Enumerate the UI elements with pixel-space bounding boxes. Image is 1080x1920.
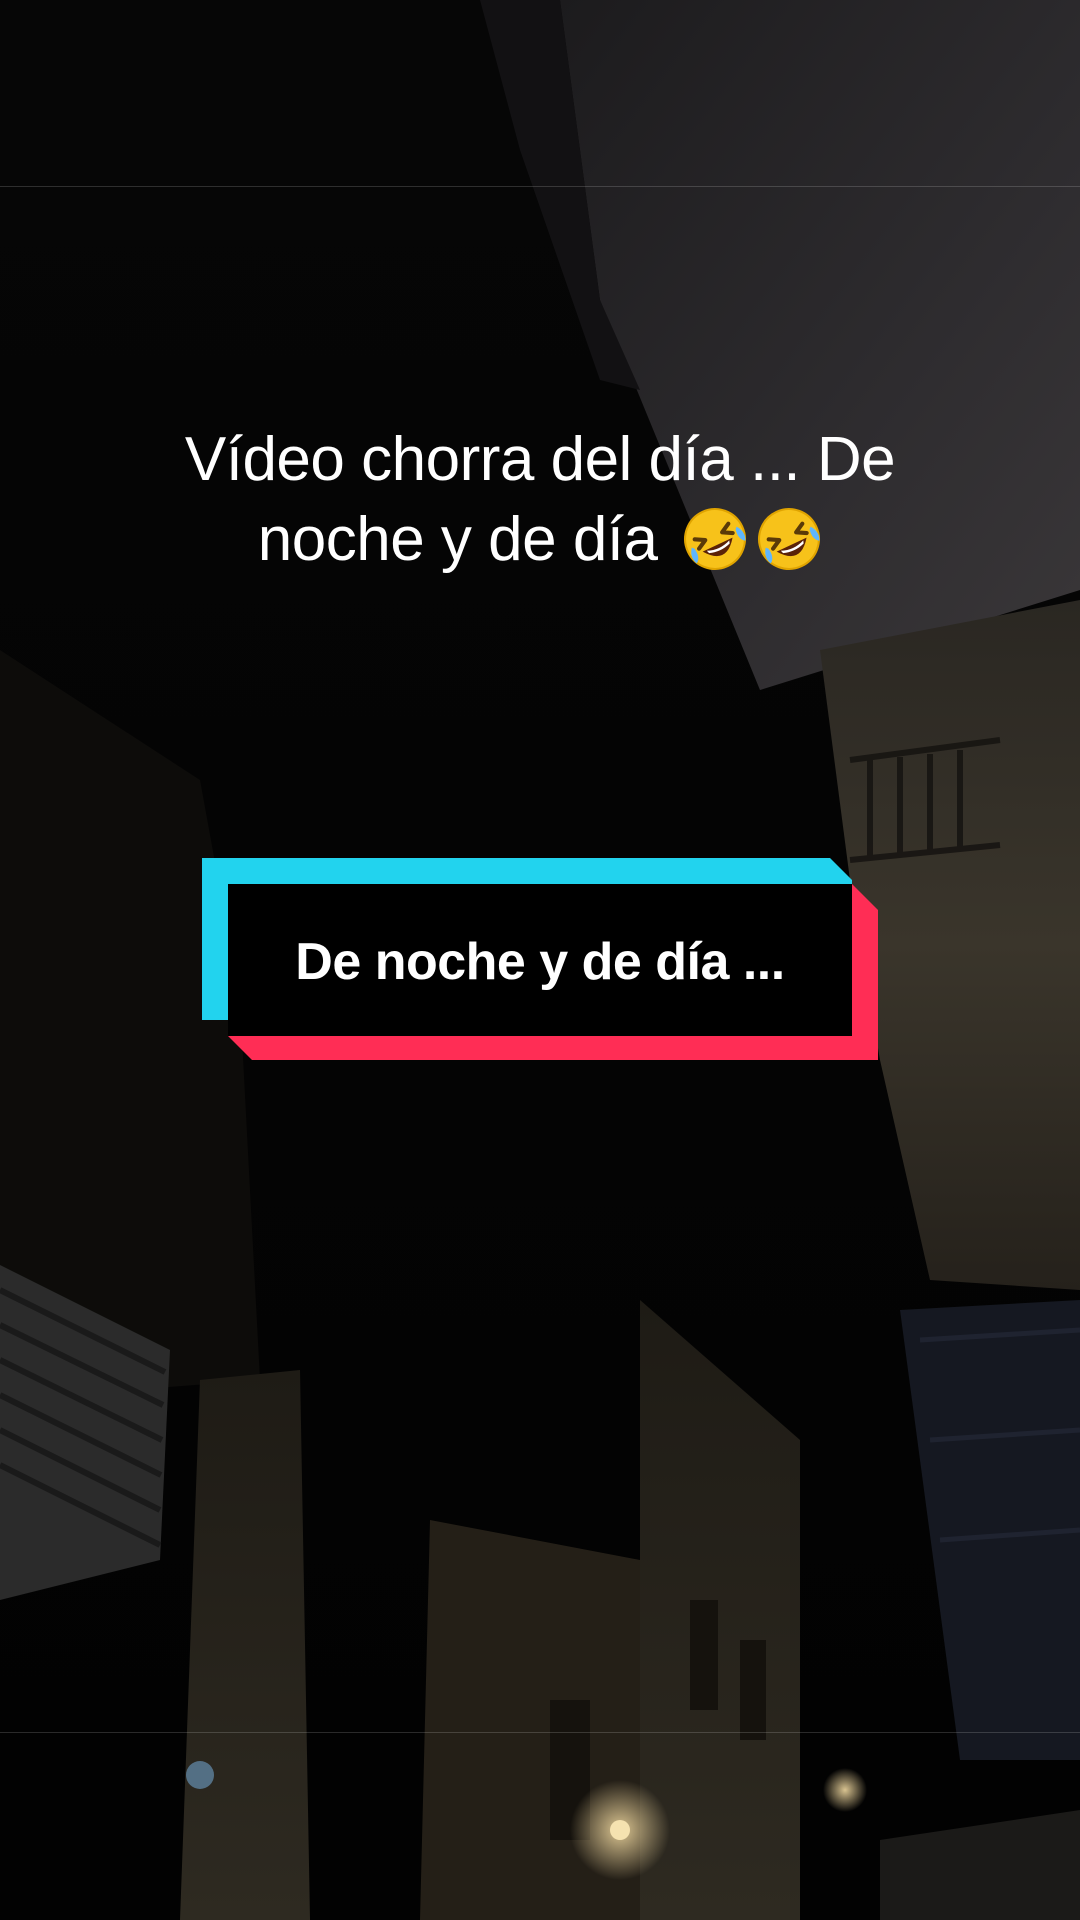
sticker-text: De noche y de día ... <box>295 933 785 991</box>
video-frame: Vídeo chorra del día ... De noche y de d… <box>0 0 1080 1920</box>
